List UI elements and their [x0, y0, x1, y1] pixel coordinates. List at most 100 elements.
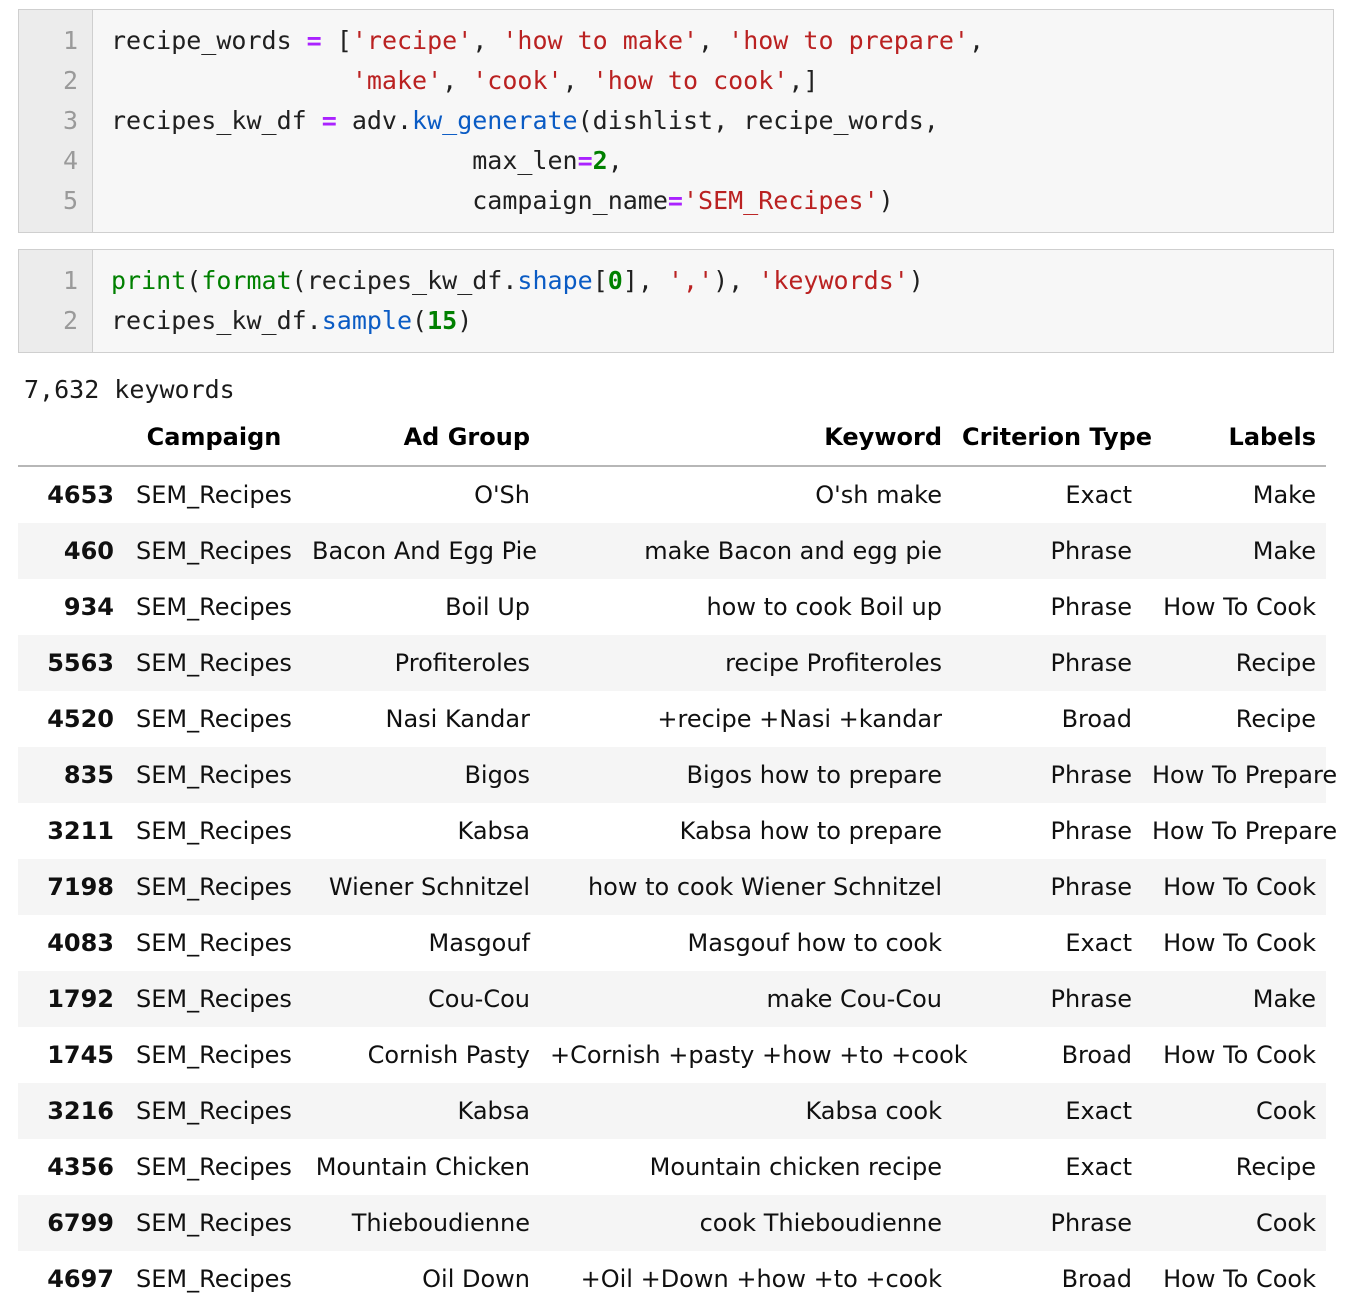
table-row: 1745SEM_RecipesCornish Pasty+Cornish +pa… [18, 1027, 1326, 1083]
table-head: Campaign Ad Group Keyword Criterion Type… [18, 419, 1326, 466]
code-token-plain: ], [623, 266, 668, 295]
cell-keyword: Masgouf how to cook [540, 915, 952, 971]
cell-campaign: SEM_Recipes [120, 915, 302, 971]
cell-ad-group: Nasi Kandar [302, 691, 540, 747]
cell-keyword: how to cook Wiener Schnitzel [540, 859, 952, 915]
table-body: 4653SEM_RecipesO'ShO'sh makeExactMake460… [18, 466, 1326, 1307]
code-token-fn: sample [322, 306, 412, 335]
code-token-num: 0 [608, 266, 623, 295]
code-token-plain: , [608, 146, 623, 175]
code-token-fn: shape [517, 266, 592, 295]
code-token-plain: recipes_kw_df [111, 106, 322, 135]
code-token-str: 'cook' [472, 66, 562, 95]
cell-labels: How To Cook [1142, 1251, 1326, 1307]
column-header-criterion-type: Criterion Type [952, 419, 1142, 466]
line-number-gutter-2: 12 [19, 250, 93, 352]
cell-campaign: SEM_Recipes [120, 635, 302, 691]
code-token-plain: adv. [337, 106, 412, 135]
cell-criterion-type: Phrase [952, 579, 1142, 635]
code-token-str: 'SEM_Recipes' [683, 186, 879, 215]
cell-labels: How To Cook [1142, 1027, 1326, 1083]
cell-criterion-type: Phrase [952, 1195, 1142, 1251]
cell-campaign: SEM_Recipes [120, 1195, 302, 1251]
code-content-2[interactable]: print(format(recipes_kw_df.shape[0], ','… [93, 250, 1333, 352]
keywords-table: Campaign Ad Group Keyword Criterion Type… [18, 419, 1326, 1307]
cell-keyword: recipe Profiteroles [540, 635, 952, 691]
code-token-plain: ( [186, 266, 201, 295]
table-row: 4653SEM_RecipesO'ShO'sh makeExactMake [18, 466, 1326, 523]
cell-labels: Make [1142, 466, 1326, 523]
code-token-plain: (recipes_kw_df. [292, 266, 518, 295]
table-row: 460SEM_RecipesBacon And Egg Piemake Baco… [18, 523, 1326, 579]
cell-keyword: make Cou-Cou [540, 971, 952, 1027]
column-header-campaign: Campaign [120, 419, 302, 466]
cell-criterion-type: Exact [952, 915, 1142, 971]
code-cell-kw-generate[interactable]: 12345 recipe_words = ['recipe', 'how to … [18, 9, 1334, 233]
code-token-str: 'make' [352, 66, 442, 95]
cell-index: 934 [18, 579, 120, 635]
table-row: 934SEM_RecipesBoil Uphow to cook Boil up… [18, 579, 1326, 635]
cell-campaign: SEM_Recipes [120, 579, 302, 635]
cell-keyword: +Cornish +pasty +how +to +cook [540, 1027, 952, 1083]
table-row: 6799SEM_RecipesThieboudiennecook Thiebou… [18, 1195, 1326, 1251]
cell-index: 4356 [18, 1139, 120, 1195]
column-header-ad-group: Ad Group [302, 419, 540, 466]
cell-campaign: SEM_Recipes [120, 803, 302, 859]
code-token-num: 15 [427, 306, 457, 335]
cell-ad-group: Masgouf [302, 915, 540, 971]
code-token-plain: ) [909, 266, 924, 295]
cell-campaign: SEM_Recipes [120, 971, 302, 1027]
cell-keyword: +Oil +Down +how +to +cook [540, 1251, 952, 1307]
code-token-plain: max_len [111, 146, 578, 175]
cell-ad-group: Mountain Chicken [302, 1139, 540, 1195]
cell-criterion-type: Exact [952, 1083, 1142, 1139]
code-token-plain: , [969, 26, 984, 55]
code-token-bfn: format [201, 266, 291, 295]
cell-criterion-type: Exact [952, 466, 1142, 523]
table-row: 3211SEM_RecipesKabsaKabsa how to prepare… [18, 803, 1326, 859]
code-token-str: 'recipe' [352, 26, 472, 55]
cell-keyword: make Bacon and egg pie [540, 523, 952, 579]
code-token-plain: ), [713, 266, 758, 295]
cell-ad-group: Profiteroles [302, 635, 540, 691]
cell-labels: How To Prepare [1142, 747, 1326, 803]
code-token-plain: campaign_name [111, 186, 668, 215]
code-token-plain: ) [879, 186, 894, 215]
cell-campaign: SEM_Recipes [120, 466, 302, 523]
cell-ad-group: Bigos [302, 747, 540, 803]
cell-index: 835 [18, 747, 120, 803]
cell-criterion-type: Phrase [952, 803, 1142, 859]
line-number: 4 [19, 141, 78, 181]
cell-criterion-type: Broad [952, 691, 1142, 747]
cell-index: 5563 [18, 635, 120, 691]
cell-ad-group: Cou-Cou [302, 971, 540, 1027]
code-content-1[interactable]: recipe_words = ['recipe', 'how to make',… [93, 10, 1333, 232]
cell-keyword: how to cook Boil up [540, 579, 952, 635]
code-token-plain: ( [412, 306, 427, 335]
line-number: 1 [19, 21, 78, 61]
cell-ad-group: Kabsa [302, 1083, 540, 1139]
code-line: 'make', 'cook', 'how to cook',] [111, 61, 1333, 101]
code-line: recipes_kw_df.sample(15) [111, 301, 1333, 341]
code-token-plain: recipe_words [111, 26, 307, 55]
code-cell-sample-print[interactable]: 12 print(format(recipes_kw_df.shape[0], … [18, 249, 1334, 353]
table-row: 4697SEM_RecipesOil Down+Oil +Down +how +… [18, 1251, 1326, 1307]
code-token-plain: ) [457, 306, 472, 335]
cell-index: 7198 [18, 859, 120, 915]
cell-keyword: +recipe +Nasi +kandar [540, 691, 952, 747]
table-row: 7198SEM_RecipesWiener Schnitzelhow to co… [18, 859, 1326, 915]
cell-labels: Make [1142, 971, 1326, 1027]
cell-labels: How To Prepare [1142, 803, 1326, 859]
cell-campaign: SEM_Recipes [120, 1139, 302, 1195]
cell-campaign: SEM_Recipes [120, 1251, 302, 1307]
dataframe-output: Campaign Ad Group Keyword Criterion Type… [18, 419, 1334, 1307]
cell-criterion-type: Phrase [952, 747, 1142, 803]
code-token-op: = [322, 106, 337, 135]
line-number: 2 [19, 301, 78, 341]
cell-campaign: SEM_Recipes [120, 523, 302, 579]
cell-ad-group: O'Sh [302, 466, 540, 523]
cell-keyword: Kabsa how to prepare [540, 803, 952, 859]
code-token-op: = [578, 146, 593, 175]
cell-campaign: SEM_Recipes [120, 1027, 302, 1083]
code-token-str: 'how to cook' [593, 66, 789, 95]
